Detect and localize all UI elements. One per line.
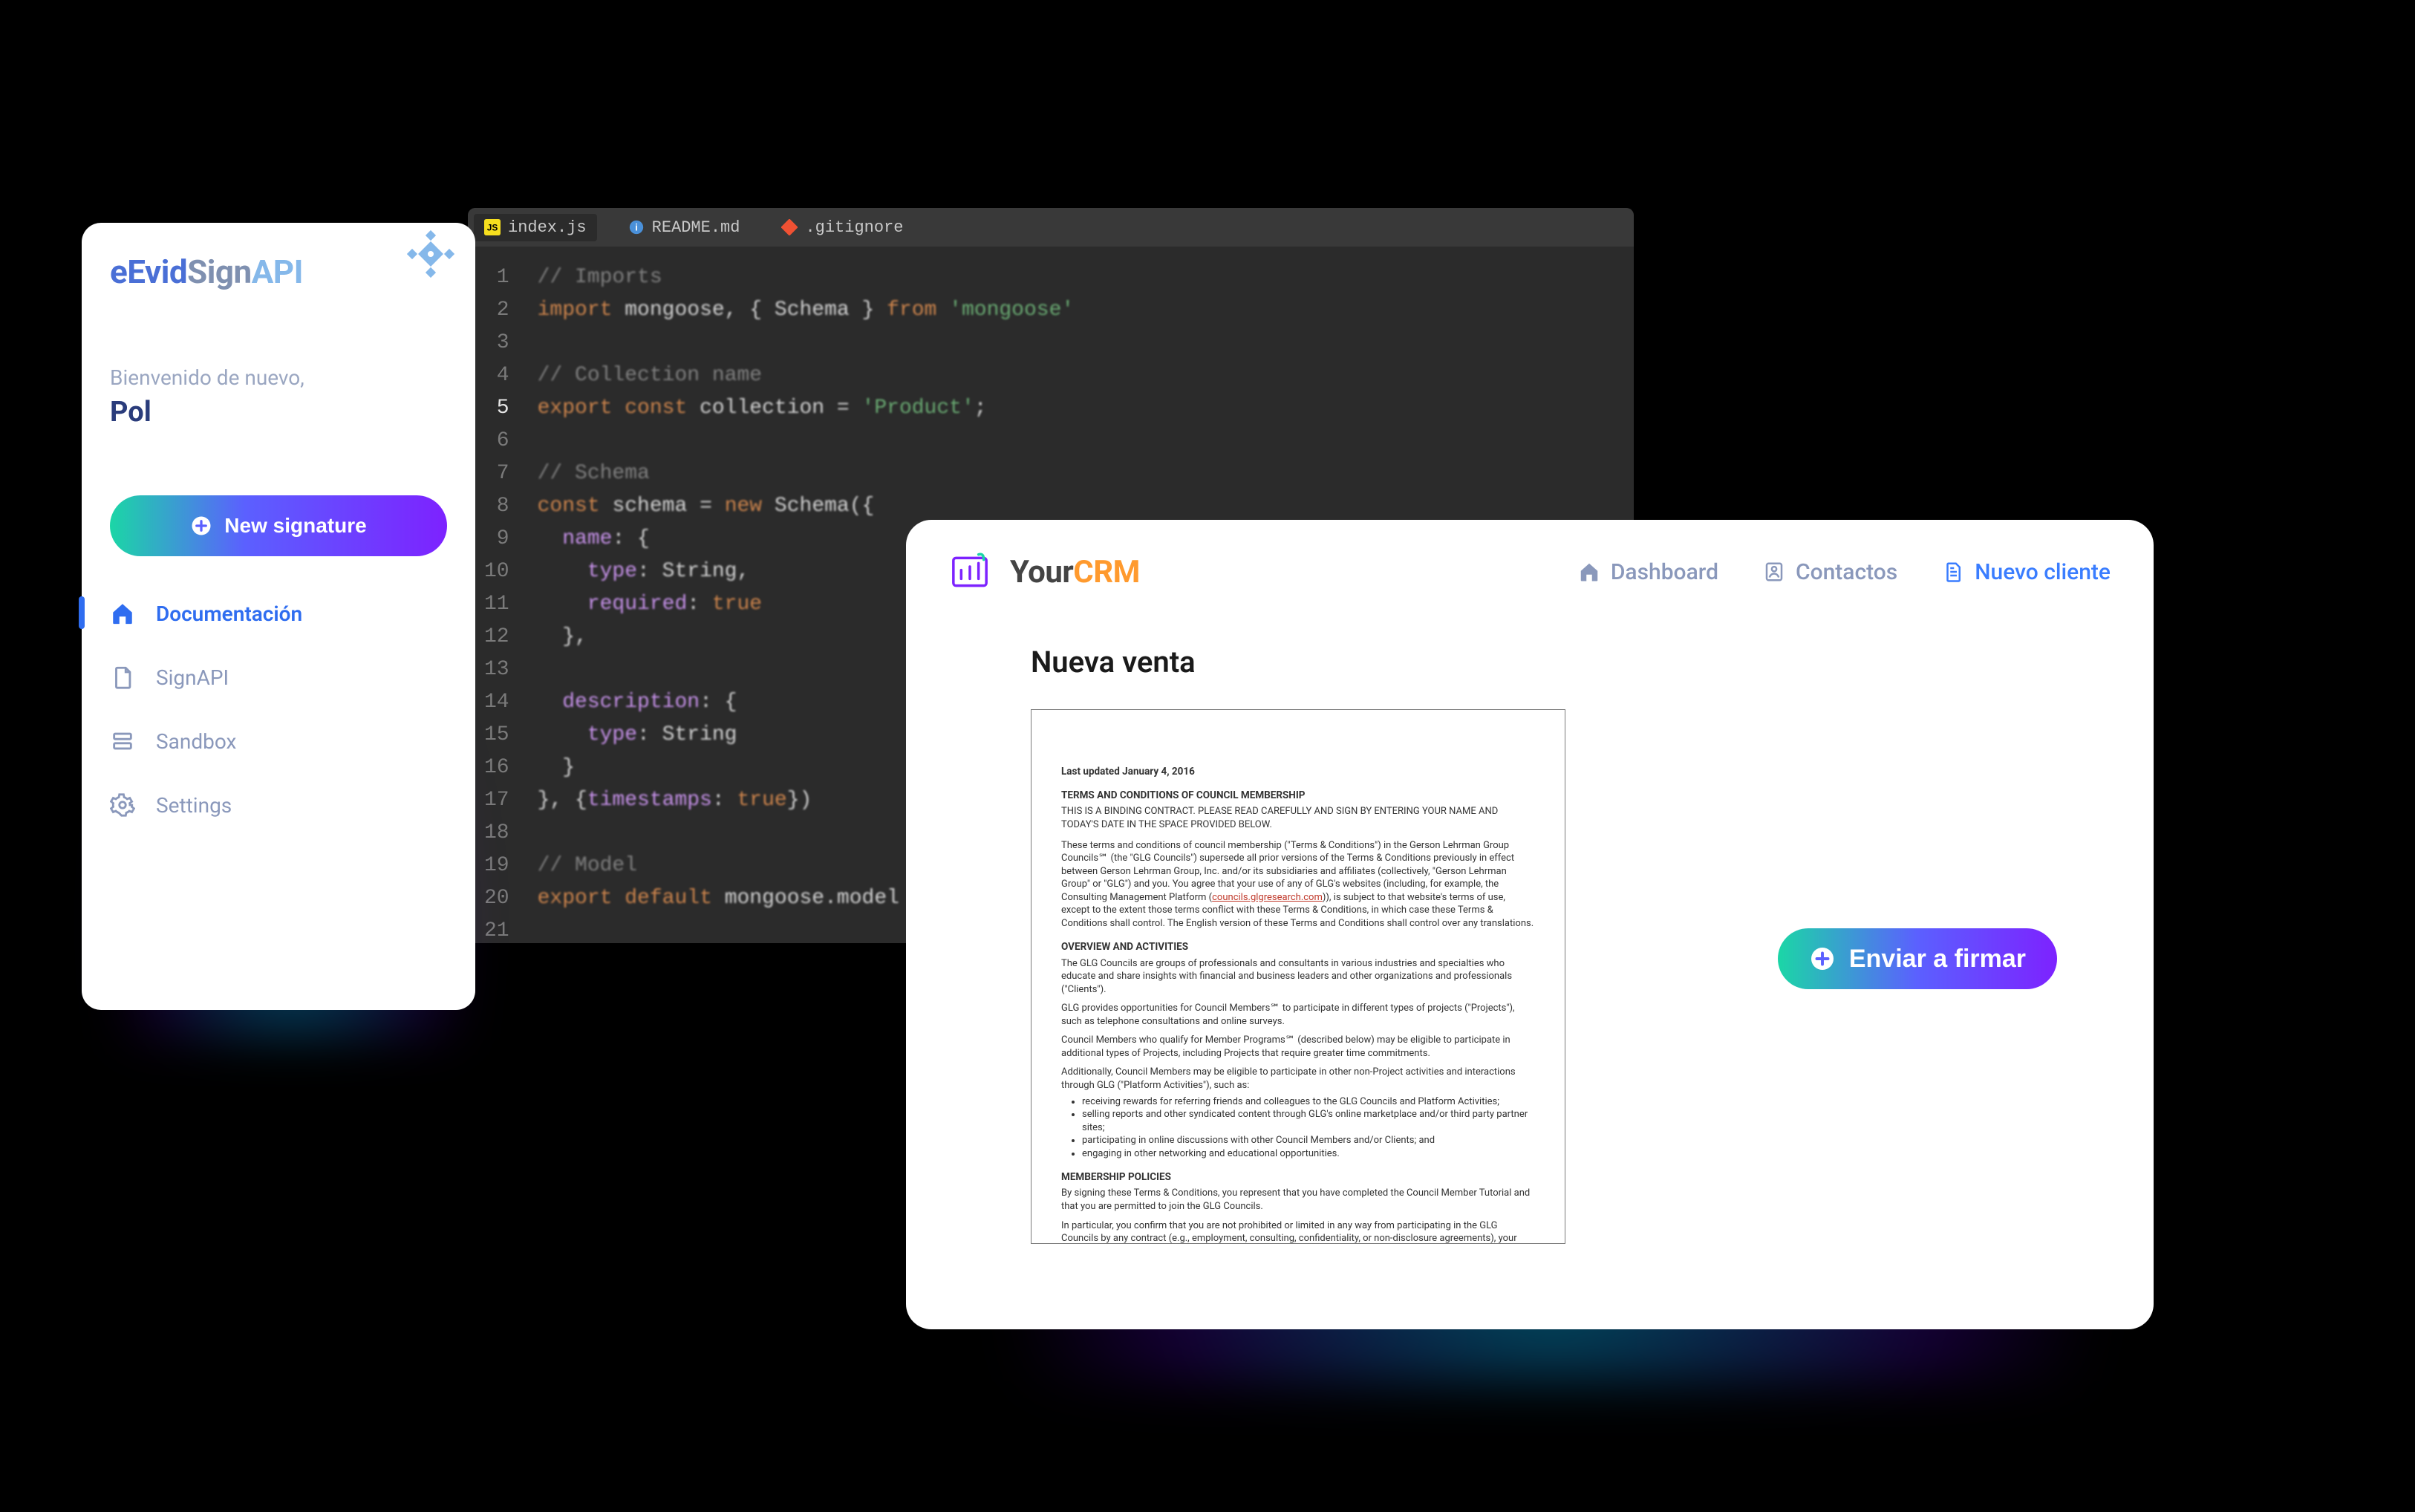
crm-chart-icon [949, 551, 991, 593]
send-to-sign-label: Enviar a firmar [1849, 945, 2026, 974]
sidebar-item[interactable]: Settings [110, 792, 447, 818]
doc-link[interactable]: councils.glgresearch.com [1212, 892, 1323, 903]
doc-h-overview: OVERVIEW AND ACTIVITIES [1061, 940, 1535, 954]
doc-ov-2: GLG provides opportunities for Council M… [1061, 1002, 1535, 1028]
doc-bullets: receiving rewards for referring friends … [1082, 1095, 1535, 1161]
doc-updated: Last updated January 4, 2016 [1061, 765, 1535, 778]
sidebar-item-label: Documentación [156, 602, 302, 626]
crm-nav-item-label: Nuevo cliente [1975, 559, 2111, 585]
crm-header: YourCRM Dashboard Contactos Nuevo cliente [949, 551, 2111, 593]
doc-bullet: selling reports and other syndicated con… [1082, 1108, 1535, 1134]
crm-nav-item[interactable]: Contactos [1763, 559, 1897, 585]
crm-brand-part-1: Your [1010, 554, 1073, 590]
sidebar-item[interactable]: SignAPI [110, 665, 447, 690]
sidebar-item-label: Sandbox [156, 729, 236, 754]
crm-brand-part-2: CRM [1073, 554, 1140, 590]
svg-text:JS: JS [487, 223, 498, 233]
brand-part-3: API [252, 252, 303, 291]
js-file-icon: JS [484, 219, 501, 235]
doc-pol-1: By signing these Terms & Conditions, you… [1061, 1187, 1535, 1213]
editor-tabs: JS index.js i README.md .gitignore [468, 208, 1634, 247]
brand-part-2: Sign [187, 252, 252, 291]
username-display: Pol [110, 396, 447, 428]
svg-text:i: i [635, 222, 638, 233]
sidebar-item[interactable]: Documentación [110, 601, 447, 626]
crm-nav-item[interactable]: Nuevo cliente [1942, 559, 2111, 585]
doc-bullet: receiving rewards for referring friends … [1082, 1095, 1535, 1109]
plus-circle-icon [190, 515, 212, 537]
sidebar-item-label: Settings [156, 793, 232, 818]
editor-tab-label: index.js [508, 218, 587, 237]
send-to-sign-button[interactable]: Enviar a firmar [1778, 928, 2057, 989]
app-sidebar: eEvid Sign API Bienvenido de nuevo, Pol … [82, 223, 475, 1010]
brand-diamond-icon [407, 230, 454, 278]
doc-terms: These terms and conditions of council me… [1061, 839, 1535, 931]
brand-logo: eEvid Sign API [110, 252, 447, 291]
doc-ov-4: Additionally, Council Members may be eli… [1061, 1066, 1535, 1092]
welcome-label: Bienvenido de nuevo, [110, 365, 447, 390]
document-icon [110, 665, 135, 690]
editor-tab[interactable]: JS index.js [474, 214, 597, 241]
doc-intro: THIS IS A BINDING CONTRACT. PLEASE READ … [1061, 805, 1535, 831]
crm-nav-item-label: Dashboard [1611, 559, 1718, 585]
editor-tab-label: .gitignore [805, 218, 903, 237]
sidebar-item-label: SignAPI [156, 665, 229, 690]
new-signature-button[interactable]: New signature [110, 495, 447, 556]
crm-heading: Nueva venta [1031, 645, 2111, 680]
home-icon [1578, 561, 1600, 583]
editor-tab[interactable]: i README.md [618, 214, 751, 241]
layers-icon [110, 729, 135, 754]
doc-h-policies: MEMBERSHIP POLICIES [1061, 1170, 1535, 1184]
home-icon [110, 601, 135, 626]
new-signature-button-label: New signature [224, 514, 366, 538]
doc-pol-2: In particular, you confirm that you are … [1061, 1219, 1535, 1244]
doc-ov-1: The GLG Councils are groups of professio… [1061, 957, 1535, 997]
editor-tab[interactable]: .gitignore [771, 214, 913, 241]
crm-nav-item-label: Contactos [1796, 559, 1897, 585]
doc-ov-3: Council Members who qualify for Member P… [1061, 1034, 1535, 1060]
doc-title: TERMS AND CONDITIONS OF COUNCIL MEMBERSH… [1061, 789, 1535, 802]
brand-part-1: eEvid [110, 252, 187, 291]
editor-tab-label: README.md [652, 218, 740, 237]
plus-circle-icon [1809, 945, 1836, 972]
doc-bullet: participating in online discussions with… [1082, 1134, 1535, 1147]
crm-nav: Dashboard Contactos Nuevo cliente [1578, 559, 2111, 585]
doc-bullet: engaging in other networking and educati… [1082, 1147, 1535, 1161]
crm-brand: YourCRM [1010, 554, 1140, 590]
sidebar-nav: Documentación SignAPI Sandbox Settings [110, 601, 447, 818]
gear-icon [110, 792, 135, 818]
crm-nav-item[interactable]: Dashboard [1578, 559, 1718, 585]
info-file-icon: i [628, 219, 645, 235]
document-preview: Last updated January 4, 2016 TERMS AND C… [1031, 709, 1565, 1244]
crm-panel: YourCRM DashboardContactosNuevo cliente … [906, 520, 2154, 1329]
sidebar-item[interactable]: Sandbox [110, 729, 447, 754]
file-icon [1942, 561, 1964, 583]
users-icon [1763, 561, 1785, 583]
git-file-icon [781, 219, 798, 235]
